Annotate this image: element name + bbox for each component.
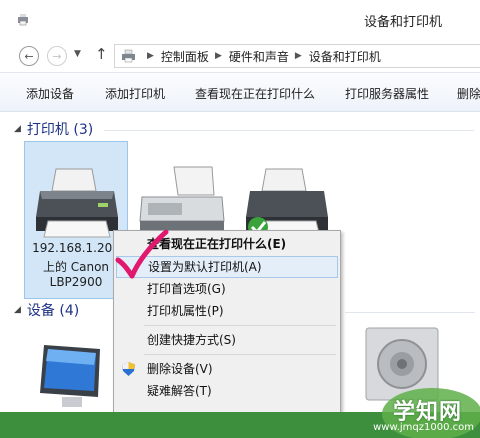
menu-remove-device-label: 删除设备(V): [147, 362, 213, 376]
add-printer-button[interactable]: 添加打印机: [105, 85, 165, 102]
chevron-right-icon: ▶: [147, 51, 154, 61]
see-printing-button[interactable]: 查看现在正在打印什么: [195, 85, 315, 102]
forward-button[interactable]: →: [47, 46, 67, 66]
fax-printer-icon[interactable]: [138, 165, 226, 239]
back-button[interactable]: ←: [19, 46, 39, 66]
add-device-button[interactable]: 添加设备: [26, 85, 74, 102]
command-bar: 添加设备 添加打印机 查看现在正在打印什么 打印服务器属性 删除: [0, 72, 480, 112]
navigation-bar: ← → ▼ ↑ ▶ 控制面板 ▶ 硬件和声音 ▶ 设备和打印机: [0, 40, 480, 72]
group-divider: [345, 312, 475, 313]
menu-printing-preferences[interactable]: 打印首选项(G): [116, 278, 338, 300]
menu-remove-device[interactable]: 删除设备(V): [116, 358, 338, 380]
menu-separator: [144, 354, 336, 355]
up-level-icon[interactable]: ↑: [95, 45, 108, 63]
devices-group-label: 设备 (4): [26, 303, 80, 319]
arrow-right-icon: →: [52, 49, 62, 63]
print-server-properties-button[interactable]: 打印服务器属性: [345, 85, 429, 102]
menu-printer-properties[interactable]: 打印机属性(P): [116, 300, 338, 322]
annotation-checkmark-icon: [115, 230, 169, 279]
window-title: 设备和打印机: [363, 15, 442, 30]
default-printer-icon[interactable]: [244, 165, 330, 239]
watermark-url: www.jmqz1000.com: [373, 422, 474, 433]
menu-troubleshoot[interactable]: 疑难解答(T): [116, 380, 338, 402]
breadcrumb-hardware-sound[interactable]: 硬件和声音: [229, 48, 289, 65]
chevron-right-icon: ▶: [294, 51, 302, 61]
recent-locations-dropdown-icon[interactable]: ▼: [74, 49, 81, 59]
arrow-left-icon: ←: [24, 49, 34, 63]
devices-printers-app-icon: [18, 14, 28, 26]
menu-create-shortcut[interactable]: 创建快捷方式(S): [116, 329, 338, 351]
printer-folder-icon: [122, 49, 135, 63]
address-bar[interactable]: ▶ 控制面板 ▶ 硬件和声音 ▶ 设备和打印机: [114, 44, 480, 68]
printers-group-header[interactable]: ◢ 打印机 (3): [14, 119, 93, 139]
remove-device-button[interactable]: 删除: [457, 85, 480, 102]
uac-shield-icon: [122, 362, 135, 376]
group-divider: [104, 130, 474, 131]
chevron-right-icon: ▶: [214, 51, 222, 61]
collapse-triangle-icon: ◢: [14, 305, 21, 315]
menu-separator: [144, 325, 336, 326]
printer-icon: [36, 168, 118, 238]
title-bar: 设备和打印机: [0, 0, 480, 38]
devices-group-header[interactable]: ◢ 设备 (4): [14, 300, 79, 320]
breadcrumb-devices-printers[interactable]: 设备和打印机: [309, 48, 381, 65]
printers-group-label: 打印机 (3): [26, 122, 94, 138]
breadcrumb-control-panel[interactable]: 控制面板: [161, 48, 209, 65]
collapse-triangle-icon: ◢: [14, 124, 21, 134]
monitor-device-icon[interactable]: [36, 341, 106, 409]
